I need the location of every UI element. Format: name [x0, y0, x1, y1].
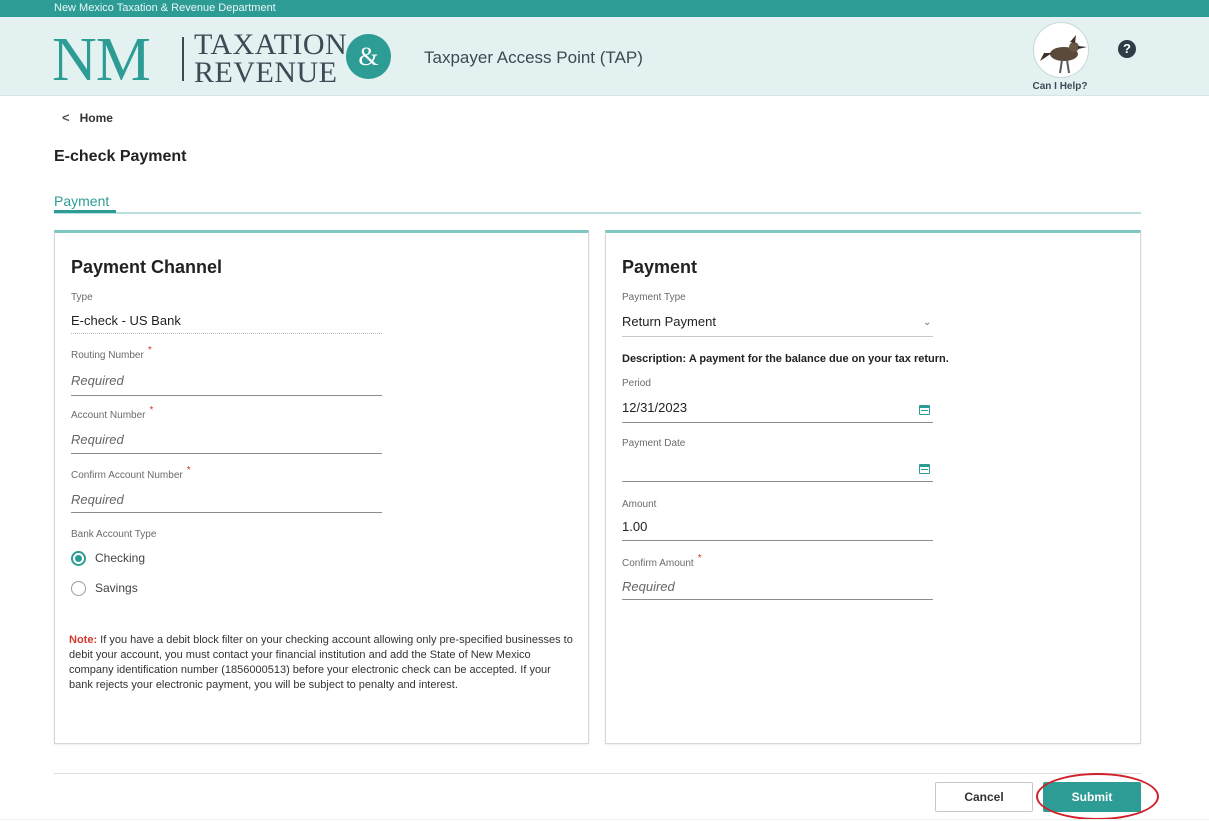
savings-radio[interactable]	[71, 581, 86, 596]
payment-channel-title: Payment Channel	[71, 257, 223, 277]
header-divider	[0, 95, 1209, 96]
confirm-amount-label: Confirm Amount *	[622, 553, 702, 569]
period-underline	[622, 422, 933, 423]
required-marker: *	[186, 465, 191, 476]
confirm-account-number-label: Confirm Account Number *	[71, 465, 191, 481]
amount-label: Amount	[622, 499, 657, 510]
help-label[interactable]: Can I Help?	[1030, 81, 1090, 92]
payment-title: Payment	[622, 257, 698, 277]
footer-divider	[54, 773, 1141, 774]
confirm-account-number-input[interactable]: Required	[71, 492, 124, 507]
payment-type-value: Return Payment	[622, 314, 716, 329]
account-number-label: Account Number *	[71, 405, 154, 421]
confirm-amount-underline	[622, 599, 933, 600]
bank-account-type-label: Bank Account Type	[71, 529, 157, 540]
payment-panel: Payment Payment Type Return Payment ⌄ De…	[605, 230, 1141, 744]
type-label: Type	[71, 292, 93, 303]
payment-date-label: Payment Date	[622, 438, 686, 449]
note-text: If you have a debit block filter on your…	[69, 634, 573, 691]
roadrunner-help-icon[interactable]	[1033, 22, 1089, 78]
cancel-button[interactable]: Cancel	[935, 782, 1033, 812]
payment-type-label: Payment Type	[622, 292, 686, 303]
account-number-input[interactable]: Required	[71, 432, 124, 447]
home-label: Home	[79, 110, 113, 125]
savings-label[interactable]: Savings	[95, 581, 138, 595]
amount-input[interactable]: 1.00	[622, 519, 647, 534]
note-label: Note:	[69, 634, 98, 646]
type-value: E-check - US Bank	[71, 313, 181, 328]
agency-name: New Mexico Taxation & Revenue Department	[54, 2, 276, 14]
payment-date-underline	[622, 481, 933, 482]
logo-taxation: TAXATION	[194, 28, 348, 61]
tab-payment[interactable]: Payment	[54, 193, 109, 209]
account-number-underline	[71, 453, 382, 454]
confirm-account-number-underline	[71, 512, 382, 513]
required-marker: *	[147, 345, 152, 356]
confirm-amount-input[interactable]: Required	[622, 579, 675, 594]
payment-channel-panel: Payment Channel Type E-check - US Bank R…	[54, 230, 589, 744]
logo-revenue: REVENUE	[194, 56, 338, 89]
top-bar: New Mexico Taxation & Revenue Department	[0, 0, 1209, 17]
checking-radio[interactable]	[71, 551, 86, 566]
home-breadcrumb[interactable]: < Home	[62, 110, 113, 125]
help-question-icon[interactable]: ?	[1118, 40, 1136, 58]
logo-ampersand: &	[346, 34, 391, 79]
period-input[interactable]: 12/31/2023	[622, 400, 687, 415]
calendar-icon[interactable]	[919, 405, 930, 415]
app-title: Taxpayer Access Point (TAP)	[424, 48, 643, 67]
routing-number-underline	[71, 395, 382, 396]
routing-number-label: Routing Number *	[71, 345, 152, 361]
tab-rule	[54, 212, 1141, 214]
type-underline	[71, 333, 382, 334]
payment-type-underline	[622, 336, 933, 337]
calendar-icon[interactable]	[919, 464, 930, 474]
logo-nm: NM	[52, 26, 151, 94]
period-label: Period	[622, 378, 651, 389]
checking-label[interactable]: Checking	[95, 551, 145, 565]
tab-active-indicator	[54, 210, 116, 213]
chevron-down-icon: ⌄	[923, 317, 932, 328]
amount-underline	[622, 540, 933, 541]
logo-divider	[182, 37, 184, 81]
required-marker: *	[697, 553, 702, 564]
payment-description: Description: A payment for the balance d…	[622, 353, 949, 365]
required-marker: *	[149, 405, 154, 416]
chevron-left-icon: <	[62, 110, 70, 125]
site-header: NM TAXATION REVENUE & Taxpayer Access Po…	[0, 17, 1209, 95]
debit-block-note: Note: If you have a debit block filter o…	[69, 633, 577, 693]
page-bottom-divider	[0, 819, 1209, 820]
submit-button[interactable]: Submit	[1043, 782, 1141, 812]
page-title: E-check Payment	[54, 148, 187, 165]
routing-number-input[interactable]: Required	[71, 373, 124, 388]
